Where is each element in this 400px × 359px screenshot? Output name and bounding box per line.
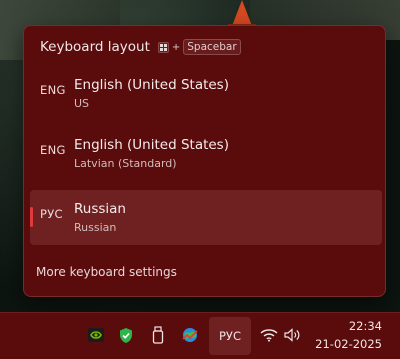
layout-code: РУС — [40, 207, 63, 221]
layout-variant: Russian — [74, 221, 117, 234]
flyout-header: Keyboard layout + Spacebar — [40, 39, 241, 55]
nvidia-icon[interactable] — [86, 325, 106, 345]
shield-check-icon[interactable] — [116, 325, 136, 345]
input-language-button[interactable]: РУС — [209, 317, 251, 355]
clock-date[interactable]: 21-02-2025 — [315, 337, 382, 351]
layout-item-eng-latvian[interactable]: ENG English (United States) Latvian (Sta… — [30, 126, 382, 181]
layout-code: ENG — [40, 143, 66, 157]
shortcut-hint: + Spacebar — [157, 39, 241, 55]
layout-code: ENG — [40, 83, 66, 97]
usb-drive-icon[interactable] — [148, 325, 168, 345]
wifi-icon[interactable] — [259, 325, 279, 345]
taskbar: РУС 22:34 21-02-2025 — [0, 312, 400, 359]
layout-item-russian[interactable]: РУС Russian Russian — [30, 190, 382, 245]
selection-indicator — [30, 207, 33, 227]
layout-variant: US — [74, 97, 90, 110]
shortcut-plus: + — [171, 41, 181, 53]
layout-variant: Latvian (Standard) — [74, 157, 177, 170]
windows-key-icon — [157, 41, 169, 53]
layout-name: English (United States) — [74, 137, 229, 153]
layout-item-eng-us[interactable]: ENG English (United States) US — [30, 66, 382, 121]
flyout-title: Keyboard layout — [40, 39, 150, 55]
keyboard-layout-flyout: Keyboard layout + Spacebar ENG English (… — [23, 25, 386, 297]
speaker-icon[interactable] — [283, 325, 303, 345]
clock-time[interactable]: 22:34 — [349, 319, 382, 333]
wallpaper-traffic-cone — [232, 0, 252, 26]
spacebar-key: Spacebar — [183, 39, 241, 55]
layout-name: English (United States) — [74, 77, 229, 93]
more-keyboard-settings-link[interactable]: More keyboard settings — [36, 265, 177, 279]
layout-name: Russian — [74, 201, 126, 217]
network-globe-icon[interactable] — [180, 325, 200, 345]
